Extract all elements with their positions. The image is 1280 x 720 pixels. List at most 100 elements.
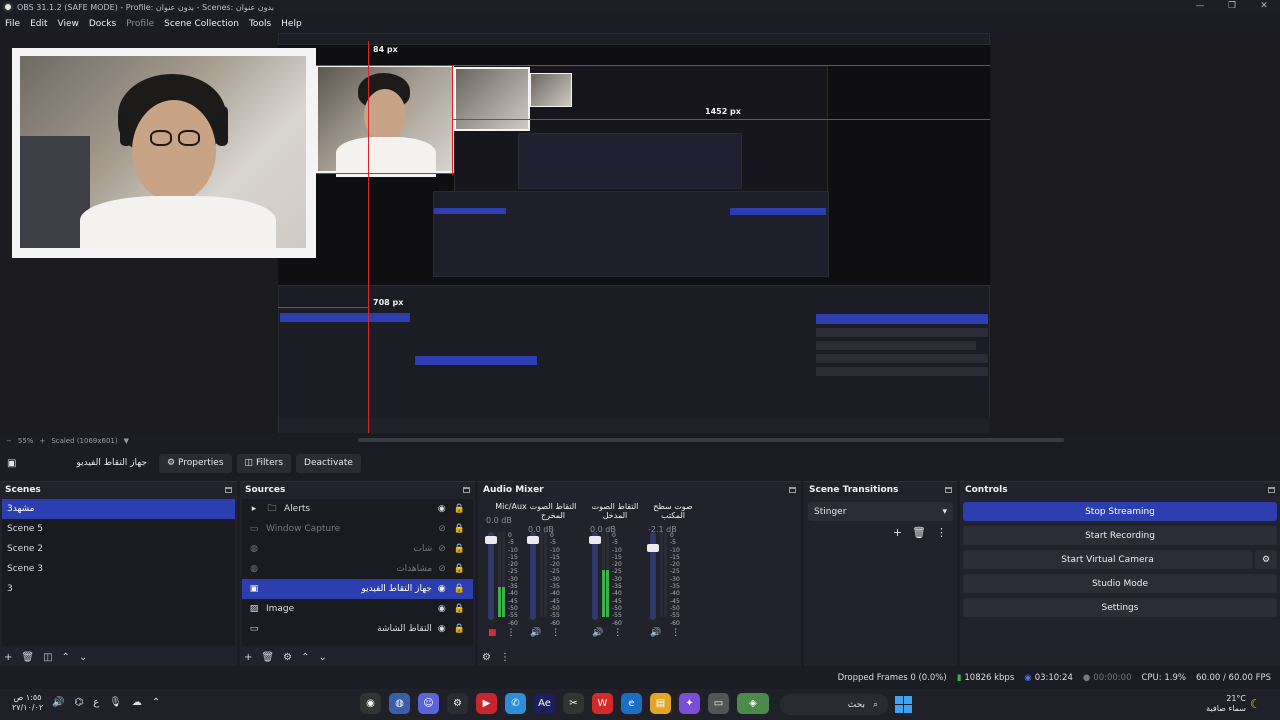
trash-icon[interactable]: 🗑 — [21, 652, 34, 663]
start-recording-button[interactable]: Start Recording — [963, 526, 1277, 545]
scene-item[interactable]: Scene 3 — [2, 559, 235, 579]
move-up-icon[interactable]: ⌃ — [62, 652, 70, 663]
video-capture-source[interactable] — [12, 48, 316, 258]
lock-icon[interactable]: 🔒 — [454, 524, 465, 534]
microphone-icon[interactable]: 🎙 — [109, 697, 122, 708]
eye-hidden-icon[interactable]: ⊘ — [438, 524, 446, 534]
taskbar-search[interactable]: بحث ⌕ — [780, 694, 888, 715]
speaker-icon[interactable]: 🔊 — [530, 628, 541, 638]
minimize-button[interactable]: — — [1184, 0, 1216, 14]
kebab-menu-icon[interactable]: ⋮ — [936, 526, 947, 539]
zoom-out-button[interactable]: − — [6, 437, 12, 445]
windows-start-icon[interactable] — [895, 696, 912, 713]
eye-icon[interactable]: ◉ — [438, 584, 446, 594]
speaker-icon[interactable]: 🔊 — [650, 628, 661, 638]
transition-dropdown[interactable]: Stinger ▾ — [808, 502, 953, 521]
menu-profile[interactable]: Profile — [121, 19, 159, 29]
preview-canvas[interactable]: 84 px 1452 px 708 px — [278, 33, 990, 433]
source-item-views[interactable]: ◍ مشاهدات ⊘ 🔒 — [242, 559, 473, 579]
kebab-menu-icon[interactable]: ⋮ — [500, 652, 510, 663]
fader-knob[interactable] — [485, 536, 497, 544]
weather-text[interactable]: سماء صافية — [1200, 704, 1246, 714]
maximize-button[interactable]: ❐ — [1216, 0, 1248, 14]
capcut-icon[interactable]: ✂ — [563, 693, 584, 714]
zoom-in-button[interactable]: + — [39, 437, 45, 445]
stop-streaming-button[interactable]: Stop Streaming — [963, 502, 1277, 521]
advanced-audio-icon[interactable]: ⚙ — [482, 652, 491, 663]
volume-fader[interactable] — [485, 532, 497, 620]
trash-icon[interactable]: 🗑 — [912, 526, 926, 539]
fader-knob[interactable] — [589, 536, 601, 544]
scene-item[interactable]: 3 — [2, 579, 235, 599]
move-down-icon[interactable]: ⌄ — [79, 652, 87, 663]
source-item-chat[interactable]: ◍ شات ⊘ 🔒 — [242, 539, 473, 559]
scene-item[interactable]: Scene 5 — [2, 519, 235, 539]
moon-icon[interactable]: ☾ — [1250, 697, 1261, 711]
trash-icon[interactable]: 🗑 — [261, 652, 274, 663]
chevron-down-icon[interactable]: ▼ — [124, 437, 129, 445]
virtual-camera-settings-button[interactable]: ⚙ — [1255, 550, 1277, 569]
eye-hidden-icon[interactable]: ⊘ — [438, 544, 446, 554]
undock-icon[interactable] — [225, 486, 232, 493]
obs-app-icon[interactable]: ◉ — [360, 693, 381, 714]
preview-scrollbar[interactable] — [358, 438, 1064, 442]
fader-knob[interactable] — [647, 544, 659, 552]
undock-icon[interactable] — [1268, 486, 1275, 493]
eye-icon[interactable]: ◉ — [438, 624, 446, 634]
whatsapp-icon[interactable]: ✆ — [505, 693, 526, 714]
network-icon[interactable]: ⌬ — [74, 697, 83, 708]
gear-icon[interactable]: ⚙ — [283, 652, 292, 663]
speaker-icon[interactable]: 🔊 — [52, 697, 64, 708]
studio-mode-button[interactable]: Studio Mode — [963, 574, 1277, 593]
move-up-icon[interactable]: ⌃ — [301, 652, 309, 663]
fader-knob[interactable] — [527, 536, 539, 544]
game-icon[interactable]: ◈ — [737, 693, 769, 714]
notepad-icon[interactable]: ▭ — [708, 693, 729, 714]
volume-fader[interactable] — [647, 532, 659, 620]
menu-help[interactable]: Help — [276, 19, 307, 29]
lock-icon[interactable]: 🔒 — [454, 504, 465, 514]
clock-time[interactable]: ١:٥٥ ص — [12, 693, 43, 703]
add-scene-icon[interactable]: + — [4, 652, 12, 663]
eye-icon[interactable]: ◉ — [438, 604, 446, 614]
chrome-icon[interactable]: ◍ — [389, 693, 410, 714]
volume-fader[interactable] — [527, 532, 539, 620]
undock-icon[interactable] — [463, 486, 470, 493]
kebab-menu-icon[interactable]: ⋮ — [507, 628, 516, 638]
chevron-right-icon[interactable]: ▸ — [248, 504, 260, 514]
lock-icon[interactable]: 🔒 — [454, 624, 465, 634]
undock-icon[interactable] — [945, 486, 952, 493]
undock-icon[interactable] — [789, 486, 796, 493]
move-down-icon[interactable]: ⌄ — [318, 652, 326, 663]
discord-icon[interactable]: ☺ — [418, 693, 439, 714]
lock-icon[interactable]: 🔒 — [454, 584, 465, 594]
scene-item[interactable]: Scene 2 — [2, 539, 235, 559]
source-item-image[interactable]: ▨ Image ◉ 🔒 — [242, 599, 473, 619]
after-effects-icon[interactable]: Ae — [534, 693, 555, 714]
edge-icon[interactable]: e — [621, 693, 642, 714]
settings-button[interactable]: Settings — [963, 598, 1277, 617]
source-item-window-capture[interactable]: ▭ Window Capture ⊘ 🔒 — [242, 519, 473, 539]
kebab-menu-icon[interactable]: ⋮ — [551, 628, 560, 638]
zoom-mode-dropdown[interactable]: Scaled (1069x601) — [51, 437, 117, 445]
sources-list[interactable]: ▸ 🗀 Alerts ◉ 🔒 ▭ Window Capture ⊘ 🔒 ◍ شات … — [242, 499, 473, 646]
add-source-icon[interactable]: + — [244, 652, 252, 663]
scenes-list[interactable]: مشهد3 Scene 5 Scene 2 Scene 3 3 — [2, 499, 235, 646]
language-indicator[interactable]: ع — [93, 697, 99, 708]
kebab-menu-icon[interactable]: ⋮ — [671, 628, 680, 638]
mute-icon[interactable]: ■ — [488, 628, 497, 638]
deactivate-button[interactable]: Deactivate — [296, 453, 361, 473]
filters-button[interactable]: ◫ Filters — [236, 453, 292, 473]
onedrive-icon[interactable]: ☁ — [132, 697, 142, 708]
source-item-display-capture[interactable]: ▭ التقاط الشاشة ◉ 🔒 — [242, 619, 473, 639]
start-virtual-camera-button[interactable]: Start Virtual Camera — [963, 550, 1252, 569]
menu-tools[interactable]: Tools — [244, 19, 276, 29]
kebab-menu-icon[interactable]: ⋮ — [613, 628, 622, 638]
menu-file[interactable]: File — [0, 19, 25, 29]
source-item-alerts[interactable]: ▸ 🗀 Alerts ◉ 🔒 — [242, 499, 473, 519]
menu-edit[interactable]: Edit — [25, 19, 52, 29]
menu-scene-collection[interactable]: Scene Collection — [159, 19, 244, 29]
eye-hidden-icon[interactable]: ⊘ — [438, 564, 446, 574]
lock-icon[interactable]: 🔒 — [454, 544, 465, 554]
youtube-icon[interactable]: ▶ — [476, 693, 497, 714]
